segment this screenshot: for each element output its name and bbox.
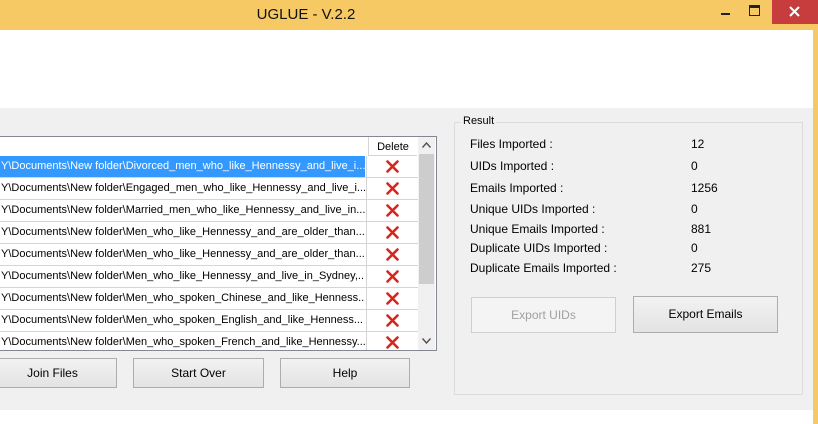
chevron-up-icon: [422, 142, 431, 148]
delete-row-button[interactable]: [366, 200, 417, 221]
duplicate-uids-imported-value: 0: [691, 241, 698, 255]
scroll-up-button[interactable]: [418, 137, 435, 154]
table-row[interactable]: Y\Documents\New folder\Engaged_men_who_l…: [0, 178, 418, 200]
title-bar[interactable]: UGLUE - V.2.2: [0, 0, 818, 30]
scroll-down-button[interactable]: [418, 333, 435, 350]
delete-row-button[interactable]: [366, 156, 417, 177]
unique-emails-imported-value: 881: [691, 222, 712, 236]
table-row[interactable]: Y\Documents\New folder\Men_who_like_Henn…: [0, 222, 418, 244]
delete-x-icon: [386, 226, 399, 239]
file-path-cell[interactable]: Y\Documents\New folder\Engaged_men_who_l…: [0, 178, 365, 199]
file-path-cell[interactable]: Y\Documents\New folder\Men_who_like_Henn…: [0, 266, 365, 287]
duplicate-emails-imported-label: Duplicate Emails Imported :: [470, 261, 617, 275]
help-button[interactable]: Help: [280, 358, 410, 388]
window-title: UGLUE - V.2.2: [256, 6, 356, 23]
emails-imported-value: 1256: [691, 181, 718, 195]
delete-x-icon: [386, 270, 399, 283]
duplicate-uids-imported-label: Duplicate UIDs Imported :: [470, 241, 608, 255]
table-row[interactable]: Y\Documents\New folder\Divorced_men_who_…: [0, 156, 418, 178]
scroll-thumb[interactable]: [419, 154, 434, 284]
delete-row-button[interactable]: [366, 266, 417, 287]
file-path-cell[interactable]: Y\Documents\New folder\Divorced_men_who_…: [0, 156, 365, 177]
delete-x-icon: [386, 248, 399, 261]
table-row[interactable]: Y\Documents\New folder\Married_men_who_l…: [0, 200, 418, 222]
maximize-button[interactable]: [739, 0, 769, 24]
uids-imported-value: 0: [691, 159, 698, 173]
close-button[interactable]: [772, 0, 818, 24]
join-files-button[interactable]: Join Files: [0, 358, 117, 388]
grid-rows: Y\Documents\New folder\Divorced_men_who_…: [0, 156, 418, 350]
duplicate-emails-imported-value: 275: [691, 261, 712, 275]
delete-row-button[interactable]: [366, 288, 417, 309]
delete-x-icon: [386, 336, 399, 349]
file-path-cell[interactable]: Y\Documents\New folder\Married_men_who_l…: [0, 200, 365, 221]
files-imported-label: Files Imported :: [470, 137, 553, 151]
table-row[interactable]: Y\Documents\New folder\Men_who_like_Henn…: [0, 244, 418, 266]
file-path-cell[interactable]: Y\Documents\New folder\Men_who_spoken_En…: [0, 310, 365, 331]
delete-row-button[interactable]: [366, 332, 417, 350]
unique-uids-imported-value: 0: [691, 202, 698, 216]
export-uids-button[interactable]: Export UIDs: [471, 297, 616, 333]
file-path-cell[interactable]: Y\Documents\New folder\Men_who_like_Henn…: [0, 222, 365, 243]
chevron-down-icon: [422, 338, 431, 344]
delete-x-icon: [386, 204, 399, 217]
close-icon: [789, 6, 800, 17]
delete-x-icon: [386, 314, 399, 327]
table-row[interactable]: Y\Documents\New folder\Men_who_spoken_Ch…: [0, 288, 418, 310]
start-over-button[interactable]: Start Over: [133, 358, 264, 388]
unique-uids-imported-label: Unique UIDs Imported :: [470, 202, 596, 216]
delete-row-button[interactable]: [366, 178, 417, 199]
table-row[interactable]: Y\Documents\New folder\Men_who_spoken_Fr…: [0, 332, 418, 350]
delete-x-icon: [386, 160, 399, 173]
files-imported-value: 12: [691, 137, 705, 151]
emails-imported-label: Emails Imported :: [470, 181, 564, 195]
unique-emails-imported-label: Unique Emails Imported :: [470, 222, 605, 236]
file-path-cell[interactable]: Y\Documents\New folder\Men_who_spoken_Ch…: [0, 288, 365, 309]
delete-x-icon: [386, 292, 399, 305]
export-emails-button[interactable]: Export Emails: [633, 296, 778, 333]
uids-imported-label: UIDs Imported :: [470, 159, 555, 173]
table-row[interactable]: Y\Documents\New folder\Men_who_spoken_En…: [0, 310, 418, 332]
result-legend: Result: [461, 115, 497, 127]
file-path-cell[interactable]: Y\Documents\New folder\Men_who_spoken_Fr…: [0, 332, 365, 350]
grid-header: Delete: [0, 137, 418, 156]
delete-row-button[interactable]: [366, 244, 417, 265]
file-path-cell[interactable]: Y\Documents\New folder\Men_who_like_Henn…: [0, 244, 365, 265]
vertical-scrollbar[interactable]: [418, 137, 435, 350]
minimize-button[interactable]: [713, 0, 739, 24]
delete-row-button[interactable]: [366, 222, 417, 243]
table-row[interactable]: Y\Documents\New folder\Men_who_like_Henn…: [0, 266, 418, 288]
files-grid[interactable]: Delete Y\Documents\New folder\Divorced_m…: [0, 136, 437, 351]
delete-column-header[interactable]: Delete: [368, 137, 417, 156]
delete-row-button[interactable]: [366, 310, 417, 331]
delete-x-icon: [386, 182, 399, 195]
